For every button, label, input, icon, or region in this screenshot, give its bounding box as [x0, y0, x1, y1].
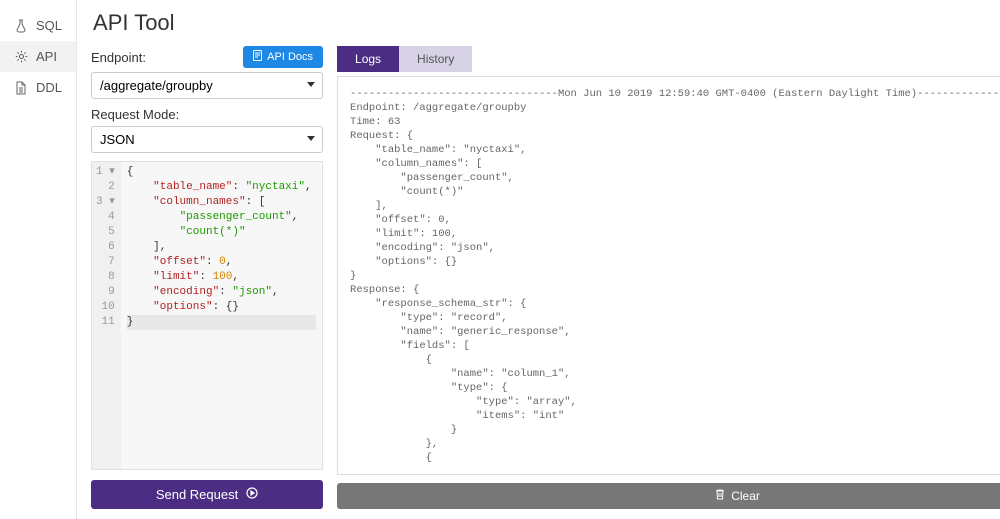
json-editor[interactable]: 1 ▾23 ▾4567891011 { "table_name": "nycta… — [91, 161, 323, 470]
clear-label: Clear — [731, 489, 760, 503]
sidebar-item-label: SQL — [36, 18, 62, 33]
send-request-label: Send Request — [156, 487, 238, 502]
tabs: Logs History — [337, 46, 472, 72]
page-title: API Tool — [93, 10, 1000, 36]
api-docs-label: API Docs — [267, 51, 313, 63]
right-panel: Logs History Clear Saved Queries -------… — [337, 46, 1000, 509]
columns: Endpoint: API Docs /aggregate/groupby Re… — [91, 46, 1000, 509]
left-panel: Endpoint: API Docs /aggregate/groupby Re… — [91, 46, 323, 509]
sidebar-item-api[interactable]: API — [0, 41, 76, 72]
trash-icon — [715, 489, 725, 503]
sidebar: SQL API DDL — [0, 0, 77, 519]
editor-code[interactable]: { "table_name": "nyctaxi", "column_names… — [121, 162, 322, 469]
flask-icon — [14, 19, 28, 33]
gear-icon — [14, 50, 28, 64]
api-docs-button[interactable]: API Docs — [243, 46, 323, 68]
endpoint-select[interactable]: /aggregate/groupby — [91, 72, 323, 99]
main: API Tool Endpoint: API Docs /aggregate/g… — [77, 0, 1000, 519]
send-request-button[interactable]: Send Request — [91, 480, 323, 509]
request-mode-select[interactable]: JSON — [91, 126, 323, 153]
doc-icon — [14, 81, 28, 95]
endpoint-label: Endpoint: — [91, 50, 146, 65]
request-mode-label: Request Mode: — [91, 107, 323, 122]
sidebar-item-sql[interactable]: SQL — [0, 10, 76, 41]
editor-gutter: 1 ▾23 ▾4567891011 — [92, 162, 121, 469]
play-icon — [246, 487, 258, 502]
file-icon — [253, 50, 262, 64]
sidebar-item-ddl[interactable]: DDL — [0, 72, 76, 103]
clear-button[interactable]: Clear — [337, 483, 1000, 509]
sidebar-item-label: API — [36, 49, 57, 64]
tab-logs[interactable]: Logs — [337, 46, 399, 72]
tab-history[interactable]: History — [399, 46, 472, 72]
log-output[interactable]: ---------------------------------Mon Jun… — [337, 76, 1000, 475]
sidebar-item-label: DDL — [36, 80, 62, 95]
app: SQL API DDL API Tool Endpoint: — [0, 0, 1000, 519]
